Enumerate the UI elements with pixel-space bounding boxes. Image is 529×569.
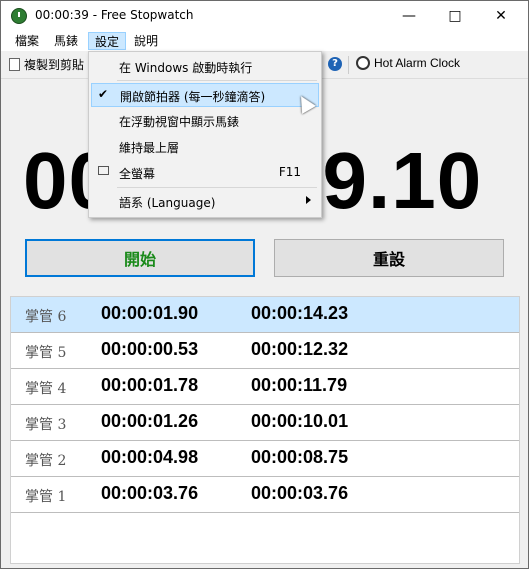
lap-name: 掌管 2	[25, 453, 67, 469]
lap-total: 00:00:12.32	[251, 339, 349, 359]
lap-time: 00:00:01.90	[101, 303, 199, 323]
hot-alarm-clock-button[interactable]: Hot Alarm Clock	[356, 56, 460, 70]
lap-total: 00:00:11.79	[251, 375, 348, 395]
laps-list: 掌管 6 00:00:01.90 00:00:14.23 掌管 5 00:00:…	[10, 296, 520, 564]
menu-item-label: 維持最上層	[119, 141, 180, 155]
stopwatch-app-icon	[11, 8, 27, 24]
settings-dropdown-menu: 在 Windows 啟動時執行 ✔ 開啟節拍器 (每一秒鐘滴答) 在浮動視窗中顯…	[88, 51, 322, 218]
menu-settings[interactable]: 設定	[88, 32, 127, 50]
menu-separator	[117, 80, 317, 81]
close-button[interactable]: ✕	[478, 1, 524, 31]
minimize-button[interactable]: —	[386, 1, 432, 31]
lap-time: 00:00:01.26	[101, 411, 199, 431]
lap-time: 00:00:01.78	[101, 375, 199, 395]
menu-item-always-on-top[interactable]: 維持最上層	[91, 135, 319, 159]
menu-item-label: 全螢幕	[119, 167, 156, 181]
lap-total: 00:00:14.23	[251, 303, 349, 323]
menu-item-label: 在 Windows 啟動時執行	[119, 61, 253, 75]
lap-name: 掌管 4	[25, 381, 67, 397]
lap-name: 掌管 3	[25, 417, 67, 433]
menu-item-metronome[interactable]: ✔ 開啟節拍器 (每一秒鐘滴答)	[91, 83, 319, 107]
lap-row[interactable]: 掌管 4 00:00:01.78 00:00:11.79	[11, 369, 519, 405]
copy-label: 複製到剪貼	[24, 58, 85, 72]
menu-item-label: 語系 (Language)	[119, 196, 216, 210]
lap-name: 掌管 6	[25, 309, 67, 325]
lap-total: 00:00:08.75	[251, 447, 349, 467]
menu-file[interactable]: 檔案	[9, 32, 45, 50]
menu-item-language[interactable]: 語系 (Language)	[91, 190, 319, 214]
lap-row[interactable]: 掌管 2 00:00:04.98 00:00:08.75	[11, 441, 519, 477]
stopwatch-window: 00:00:39 - Free Stopwatch — □ ✕ 檔案 馬錶 設定…	[0, 0, 529, 569]
menu-bar: 檔案 馬錶 設定 說明	[1, 31, 528, 51]
copy-icon	[9, 58, 20, 71]
fullscreen-icon	[98, 166, 109, 175]
menu-item-run-at-startup[interactable]: 在 Windows 啟動時執行	[91, 55, 319, 79]
lap-row[interactable]: 掌管 6 00:00:01.90 00:00:14.23	[11, 297, 519, 333]
menu-item-floating-window[interactable]: 在浮動視窗中顯示馬錶	[91, 109, 319, 133]
lap-time: 00:00:04.98	[101, 447, 199, 467]
title-bar: 00:00:39 - Free Stopwatch — □ ✕	[1, 1, 528, 31]
submenu-arrow-icon	[306, 196, 311, 204]
lap-total: 00:00:03.76	[251, 483, 349, 503]
window-title: 00:00:39 - Free Stopwatch	[35, 8, 194, 22]
menu-separator	[117, 187, 317, 188]
menu-item-fullscreen[interactable]: 全螢幕 F11	[91, 161, 319, 185]
menu-item-shortcut: F11	[278, 165, 301, 179]
menu-help[interactable]: 說明	[128, 32, 164, 50]
alarm-clock-icon	[356, 56, 370, 70]
lap-name: 掌管 1	[25, 489, 67, 505]
help-icon[interactable]: ?	[328, 57, 342, 71]
lap-row[interactable]: 掌管 1 00:00:03.76 00:00:03.76	[11, 477, 519, 513]
hot-alarm-clock-label: Hot Alarm Clock	[374, 56, 461, 70]
lap-time: 00:00:00.53	[101, 339, 199, 359]
toolbar-separator	[348, 56, 349, 74]
lap-time: 00:00:03.76	[101, 483, 199, 503]
reset-button[interactable]: 重設	[274, 239, 504, 277]
lap-name: 掌管 5	[25, 345, 67, 361]
menu-item-label: 在浮動視窗中顯示馬錶	[119, 115, 240, 129]
menu-stopwatch[interactable]: 馬錶	[48, 32, 84, 50]
start-button[interactable]: 開始	[25, 239, 255, 277]
lap-row[interactable]: 掌管 5 00:00:00.53 00:00:12.32	[11, 333, 519, 369]
maximize-button[interactable]: □	[432, 1, 478, 31]
lap-row[interactable]: 掌管 3 00:00:01.26 00:00:10.01	[11, 405, 519, 441]
menu-item-label: 開啟節拍器 (每一秒鐘滴答)	[120, 90, 266, 104]
lap-total: 00:00:10.01	[251, 411, 349, 431]
copy-to-clipboard-button[interactable]: 複製到剪貼	[9, 56, 84, 73]
check-icon: ✔	[98, 87, 109, 101]
